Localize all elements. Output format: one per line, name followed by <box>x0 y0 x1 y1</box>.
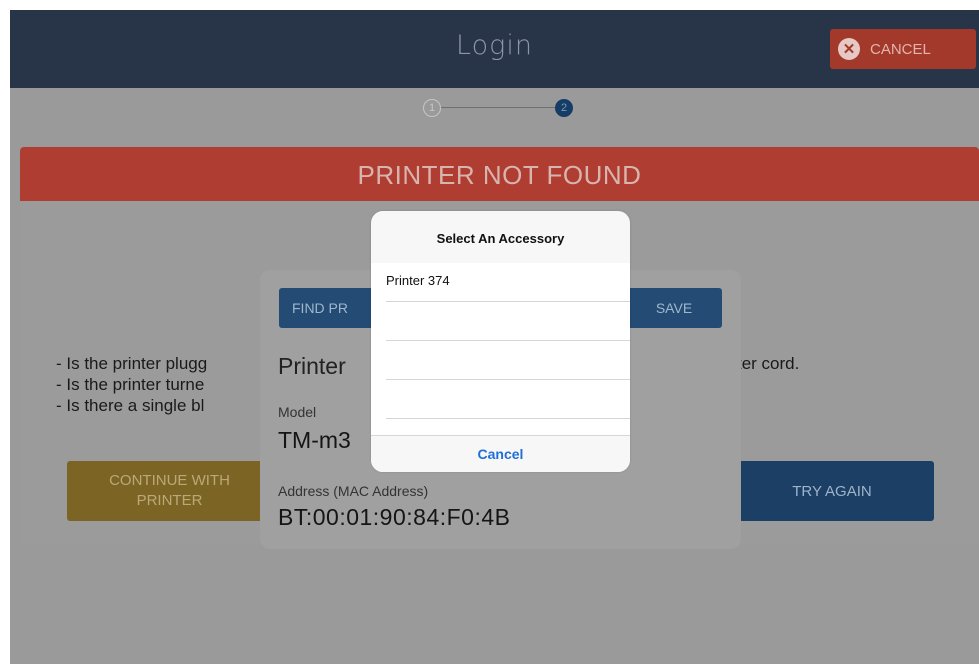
accessory-list: Printer 374 <box>371 263 630 435</box>
continue-without-printer-button[interactable]: CONTINUE WITH PRINTER <box>67 461 272 521</box>
try-again-button[interactable]: TRY AGAIN <box>730 461 934 521</box>
troubleshooting-tips: - Is the printer plugg - Is the printer … <box>56 354 208 415</box>
cancel-button[interactable]: ✕ CANCEL <box>830 29 976 69</box>
continue-label-line1: CONTINUE WITH <box>109 472 230 489</box>
step-indicator-2: 2 <box>555 99 573 117</box>
accessory-cancel-button[interactable]: Cancel <box>371 435 630 472</box>
mac-address-value: BT:00:01:90:84:F0:4B <box>278 504 511 530</box>
cancel-button-label: CANCEL <box>870 40 931 58</box>
accessory-item-empty[interactable] <box>386 341 630 380</box>
accessory-item[interactable]: Printer 374 <box>386 263 630 302</box>
accessory-item-empty[interactable] <box>386 380 630 419</box>
save-button[interactable]: SAVE <box>626 288 722 328</box>
mac-address-label: Address (MAC Address) <box>278 483 429 499</box>
step-indicator-1: 1 <box>423 99 441 117</box>
accessory-dialog-title: Select An Accessory <box>436 231 565 246</box>
step-connector <box>441 107 555 108</box>
model-label: Model <box>278 404 317 420</box>
select-accessory-dialog: Select An Accessory Printer 374 Cancel <box>371 211 630 472</box>
continue-label-line2: PRINTER <box>136 492 203 509</box>
printer-heading: Printer <box>278 353 346 379</box>
troubleshooting-tip-tail: ter cord. <box>737 354 800 373</box>
dialog-title: PRINTER NOT FOUND <box>20 147 979 201</box>
model-value: TM-m3 <box>278 427 351 453</box>
app-screen: Login ✕ CANCEL 1 2 PRINTER NOT FOUND Con… <box>10 10 979 664</box>
top-bar: Login ✕ CANCEL <box>10 10 979 88</box>
close-icon: ✕ <box>838 38 860 60</box>
accessory-item-empty[interactable] <box>386 302 630 341</box>
